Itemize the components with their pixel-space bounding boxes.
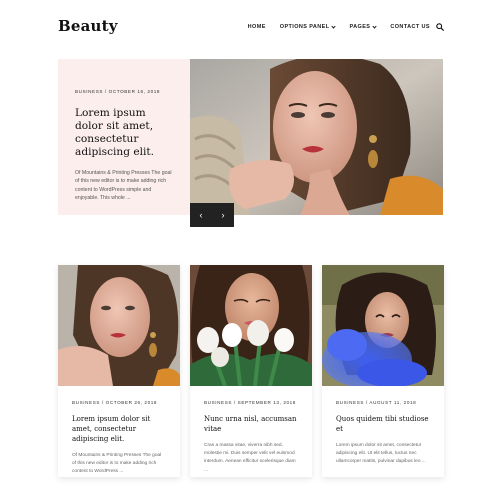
post-card: BUSINESS / OCTOBER 26, 2018 Lorem ipsum … bbox=[58, 265, 180, 477]
chevron-down-icon bbox=[372, 23, 377, 29]
nav-item-label: HOME bbox=[247, 24, 266, 30]
post-excerpt: Cras a massa vitae, viverra nibh sed, mo… bbox=[204, 443, 296, 473]
site-header: Beauty HOME OPTIONS PANEL PAGES CONTACT … bbox=[0, 0, 500, 58]
chevron-left-icon: ‹ bbox=[199, 210, 203, 220]
post-meta[interactable]: BUSINESS / OCTOBER 16, 2018 bbox=[75, 89, 173, 94]
post-title[interactable]: Lorem ipsum dolor sit amet, consectetur … bbox=[72, 414, 166, 444]
slider-prev-button[interactable]: ‹ bbox=[190, 203, 212, 227]
post-thumbnail[interactable] bbox=[190, 265, 312, 386]
search-icon[interactable] bbox=[436, 23, 444, 31]
nav-item-contact-us[interactable]: CONTACT US bbox=[390, 24, 430, 30]
nav-item-label: CONTACT US bbox=[390, 24, 430, 30]
post-title[interactable]: Nunc urna nisl, accumsan vitae bbox=[204, 414, 298, 434]
post-meta[interactable]: BUSINESS / SEPTEMBER 13, 2018 bbox=[204, 400, 298, 405]
hero-image[interactable] bbox=[190, 59, 443, 215]
post-title[interactable]: Lorem ipsum dolor sit amet, consectetur … bbox=[75, 107, 173, 159]
post-card: BUSINESS / AUGUST 11, 2018 Quos quidem t… bbox=[322, 265, 444, 477]
main-nav: HOME OPTIONS PANEL PAGES CONTACT US bbox=[234, 23, 430, 30]
nav-item-label: PAGES bbox=[349, 24, 371, 30]
site-logo[interactable]: Beauty bbox=[58, 17, 118, 35]
post-thumbnail[interactable] bbox=[58, 265, 180, 386]
hero-post-card: BUSINESS / OCTOBER 16, 2018 Lorem ipsum … bbox=[58, 59, 190, 215]
nav-item-label: OPTIONS PANEL bbox=[279, 24, 330, 30]
post-thumbnail[interactable] bbox=[322, 265, 444, 386]
slider-next-button[interactable]: › bbox=[212, 203, 234, 227]
nav-item-pages[interactable]: PAGES bbox=[349, 23, 377, 30]
chevron-down-icon bbox=[331, 23, 337, 29]
nav-item-home[interactable]: HOME bbox=[248, 24, 266, 30]
post-excerpt: Of Mountains & Printing Presses The goal… bbox=[75, 170, 172, 202]
post-title[interactable]: Quos quidem tibi studiose et bbox=[336, 414, 430, 434]
post-meta[interactable]: BUSINESS / OCTOBER 26, 2018 bbox=[72, 400, 166, 405]
post-meta[interactable]: BUSINESS / AUGUST 11, 2018 bbox=[336, 400, 430, 405]
chevron-right-icon: › bbox=[221, 210, 225, 220]
post-excerpt: Of Mountains & Printing Presses The goal… bbox=[72, 453, 162, 475]
post-card: BUSINESS / SEPTEMBER 13, 2018 Nunc urna … bbox=[190, 265, 312, 477]
post-excerpt: Lorem ipsum dolor sit amet, consectetur … bbox=[336, 443, 426, 465]
slider-controls: ‹ › bbox=[190, 203, 234, 227]
nav-item-options-panel[interactable]: OPTIONS PANEL bbox=[279, 23, 337, 30]
